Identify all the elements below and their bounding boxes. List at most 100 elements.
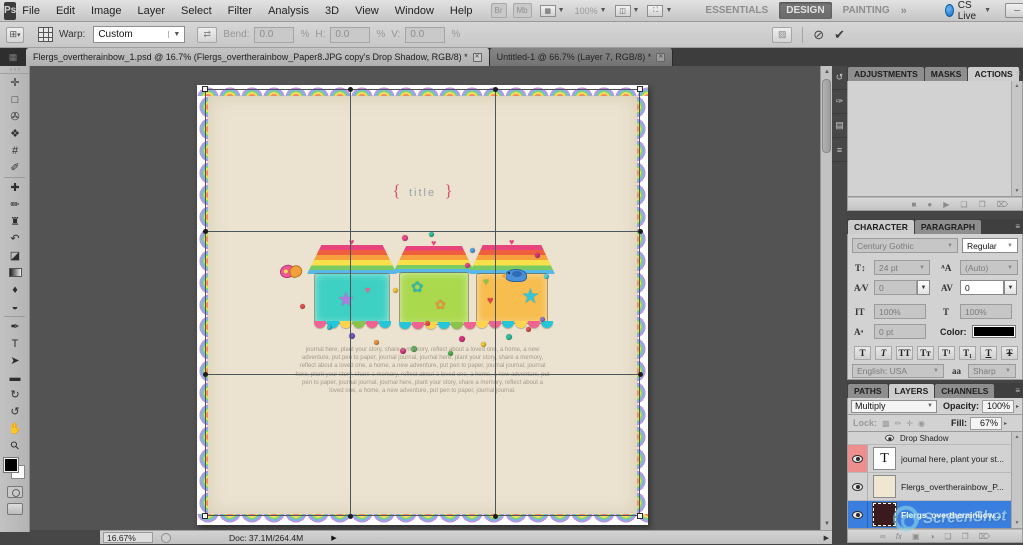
close-tab-icon[interactable]: ✕ <box>473 53 482 62</box>
delete-layer-icon[interactable]: ⌦ <box>979 532 990 541</box>
menu-edit[interactable]: Edit <box>56 5 75 17</box>
warp-orientation-button[interactable]: ⇄ <box>197 27 217 43</box>
menu-3d[interactable]: 3D <box>325 5 339 17</box>
history-panel-icon[interactable]: ↺ <box>832 66 847 90</box>
stop-icon[interactable]: ■ <box>912 200 917 209</box>
path-selection-tool[interactable]: ➤ <box>0 352 30 369</box>
move-tool[interactable]: ✛ <box>0 74 30 91</box>
tab-adjustments[interactable]: ADJUSTMENTS <box>848 67 924 81</box>
record-icon[interactable]: ● <box>927 200 932 209</box>
menu-layer[interactable]: Layer <box>138 5 166 17</box>
tab-paragraph[interactable]: PARAGRAPH <box>915 220 981 234</box>
toggle-warp-mode-button[interactable]: ▨ <box>772 27 792 43</box>
dodge-tool[interactable]: ◒ <box>0 298 30 315</box>
type-tool[interactable]: T <box>0 335 30 352</box>
link-layers-icon[interactable]: ∞ <box>880 532 886 541</box>
char-style-button-5[interactable]: T₁ <box>959 346 976 360</box>
menu-window[interactable]: Window <box>395 5 434 17</box>
blur-tool[interactable]: ♦ <box>0 281 30 298</box>
menu-file[interactable]: File <box>22 5 40 17</box>
eraser-tool[interactable]: ◪ <box>0 247 30 264</box>
status-menu-arrow[interactable]: ▶ <box>331 534 336 542</box>
view-extras-button[interactable]: ▦▼ <box>540 3 565 18</box>
actions-scrollbar[interactable]: ▲▼ <box>1011 81 1022 196</box>
tool-presets-panel-icon[interactable]: ✑ <box>832 90 847 114</box>
layer-row-paper[interactable]: Flergs_overtherainbow_P... <box>848 473 1022 501</box>
arrange-documents-button[interactable]: ◫▼ <box>615 3 640 18</box>
char-style-button-0[interactable]: T <box>854 346 871 360</box>
visibility-toggle[interactable] <box>848 501 868 528</box>
vertical-scrollbar[interactable]: ▲ ▼ <box>820 66 832 530</box>
canvas[interactable]: { title } ♥ ★ ♥ ♥ ✿ ✿ ♥ <box>197 85 648 525</box>
quick-mask-button[interactable] <box>7 486 23 498</box>
layer-thumbnail[interactable] <box>873 475 896 498</box>
layer-row-selected[interactable]: Flergs_overtherainbow... <box>848 501 1022 529</box>
app-zoom-control[interactable]: 100%▼ <box>575 6 607 16</box>
crop-tool[interactable]: # <box>0 142 30 159</box>
tab-masks[interactable]: MASKS <box>925 67 968 81</box>
brush-presets-panel-icon[interactable]: ▤ <box>832 114 847 138</box>
3d-rotate-tool[interactable]: ↻ <box>0 386 30 403</box>
history-brush-tool[interactable]: ↶ <box>0 230 30 247</box>
leading-field[interactable]: (Auto)▼ <box>960 260 1018 275</box>
language-select[interactable]: English: USA▼ <box>852 364 944 378</box>
char-style-button-1[interactable]: T <box>875 346 892 360</box>
layer-row-text[interactable]: T journal here, plant your st... <box>848 445 1022 473</box>
workspace-painting[interactable]: PAINTING <box>836 2 897 19</box>
h-field[interactable]: 0.0 <box>330 27 370 43</box>
char-style-button-6[interactable]: T <box>980 346 997 360</box>
baseline-shift-field[interactable]: 0 pt <box>874 324 926 339</box>
tab-actions[interactable]: ACTIONS <box>968 67 1018 81</box>
gradient-tool[interactable] <box>0 264 30 281</box>
3d-orbit-tool[interactable]: ↺ <box>0 403 30 420</box>
clone-source-panel-icon[interactable]: ≡ <box>832 138 847 162</box>
anti-alias-select[interactable]: Sharp▼ <box>968 364 1016 378</box>
cancel-transform-icon[interactable]: ⊘ <box>813 27 824 43</box>
clone-stamp-tool[interactable]: ♜ <box>0 213 30 230</box>
font-size-field[interactable]: 24 pt▼ <box>874 260 930 275</box>
visibility-toggle[interactable] <box>848 473 868 500</box>
char-style-button-3[interactable]: Tт <box>917 346 934 360</box>
minimize-button[interactable]: ─ <box>1005 3 1023 18</box>
quick-selection-tool[interactable]: ❖ <box>0 125 30 142</box>
tabbar-grip-icon[interactable]: ▦ <box>0 48 26 66</box>
workspace-essentials[interactable]: ESSENTIALS <box>698 2 775 19</box>
foreground-color-swatch[interactable] <box>4 458 18 472</box>
kerning-field[interactable]: 0 <box>874 280 917 295</box>
layer-style-icon[interactable]: fx <box>896 532 902 541</box>
text-color-swatch[interactable] <box>972 325 1016 338</box>
tab-character[interactable]: CHARACTER <box>848 220 914 234</box>
v-field[interactable]: 0.0 <box>405 27 445 43</box>
panel-menu-icon[interactable]: ≡ <box>1015 222 1020 231</box>
hand-tool[interactable]: ✋ <box>0 420 30 437</box>
pen-tool[interactable]: ✒ <box>0 318 30 335</box>
visibility-toggle[interactable] <box>848 445 868 472</box>
marquee-tool[interactable]: □ <box>0 91 30 108</box>
play-icon[interactable]: ▶ <box>943 200 949 209</box>
bend-field[interactable]: 0.0 <box>254 27 294 43</box>
new-action-icon[interactable]: ❐ <box>979 200 986 209</box>
opacity-field[interactable]: 100% <box>982 400 1014 413</box>
screen-mode-button[interactable]: ⛶▼ <box>647 3 672 18</box>
cs-live-button[interactable]: CS Live▼ <box>945 0 991 22</box>
font-style-select[interactable]: Regular▼ <box>962 238 1018 253</box>
layer-mask-icon[interactable]: ▣ <box>912 532 920 541</box>
delete-icon[interactable]: ⌦ <box>997 200 1008 209</box>
scrollbar-thumb[interactable] <box>822 79 831 153</box>
fill-field[interactable]: 67% <box>970 417 1002 430</box>
text-layer-thumbnail[interactable]: T <box>873 447 896 470</box>
new-set-icon[interactable]: ❏ <box>960 200 967 209</box>
bridge-button[interactable]: Br <box>491 3 507 18</box>
hscroll-right-icon[interactable]: ▶ <box>824 534 829 542</box>
font-family-select[interactable]: Century Gothic▼ <box>852 238 958 253</box>
lasso-tool[interactable]: ✇ <box>0 108 30 125</box>
new-group-icon[interactable]: ❏ <box>944 532 951 541</box>
document-tab-1[interactable]: Flergs_overtherainbow_1.psd @ 16.7% (Fle… <box>26 48 490 66</box>
menu-analysis[interactable]: Analysis <box>268 5 309 17</box>
zoom-tool[interactable]: ⚲ <box>0 437 30 454</box>
warp-style-select[interactable]: Custom▼ <box>93 26 185 43</box>
close-tab-icon[interactable]: ✕ <box>656 53 665 62</box>
workspace-overflow-chevron[interactable]: » <box>897 5 911 17</box>
eyedropper-tool[interactable]: ✐ <box>0 159 30 176</box>
commit-transform-icon[interactable]: ✔ <box>834 27 845 43</box>
